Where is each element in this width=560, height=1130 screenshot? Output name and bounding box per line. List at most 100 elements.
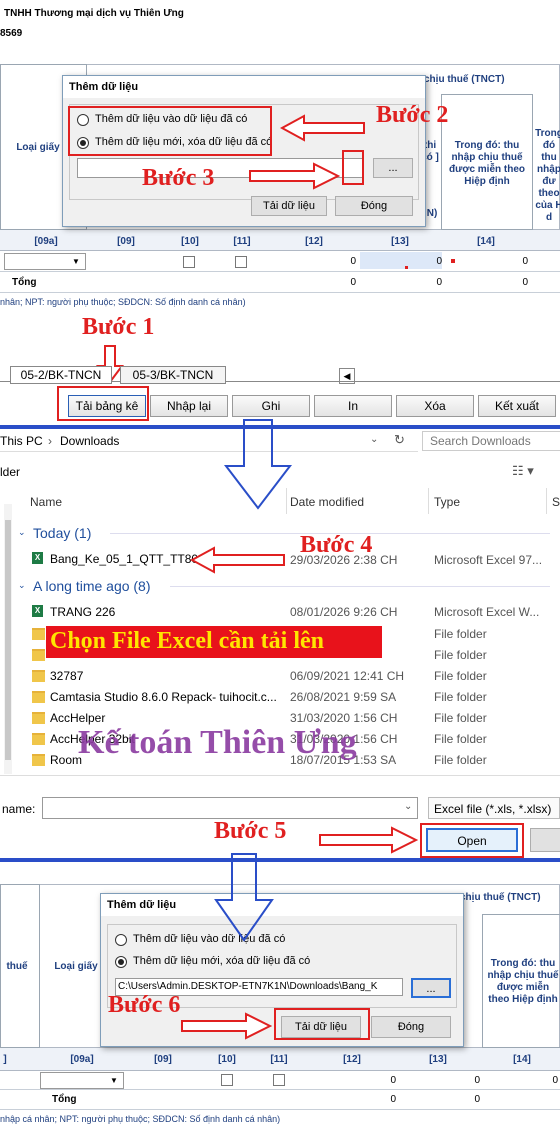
watermark-text: Kế toán Thiên Ưng <box>78 724 357 761</box>
file-type: File folder <box>434 732 487 746</box>
col-name[interactable]: Name <box>30 495 62 509</box>
bottom-footnote: nhập cá nhân; NPT: người phụ thuộc; SĐDC… <box>0 1114 281 1124</box>
file-name[interactable]: AccHelper <box>50 711 105 725</box>
file-name[interactable]: TRANG 226 <box>50 605 115 619</box>
file-date: 31/03/2020 1:56 CH <box>290 711 398 725</box>
bottom-value-13[interactable]: 0 <box>410 1075 480 1086</box>
folder-icon <box>32 628 45 640</box>
radio-append[interactable] <box>115 934 127 946</box>
chevron-down-icon: ▼ <box>72 257 80 266</box>
radio-replace[interactable] <box>115 956 127 968</box>
close-button[interactable]: Đóng <box>335 196 413 216</box>
file-type: File folder <box>434 711 487 725</box>
top-code-09a: [09a] <box>34 236 58 247</box>
highlight-box <box>274 1008 370 1040</box>
step-2-label: Bước 2 <box>376 102 449 128</box>
excel-file-icon: X <box>32 605 43 617</box>
top-value-14[interactable]: 0 <box>470 256 528 267</box>
step-1-label: Bước 1 <box>82 314 155 340</box>
file-name[interactable]: Camtasia Studio 8.6.0 Repack- tuihocit.c… <box>50 690 277 704</box>
folder-icon <box>32 691 45 703</box>
bottom-code: [10] <box>218 1054 236 1065</box>
top-code-11: [11] <box>233 236 251 247</box>
file-name[interactable]: 32787 <box>50 669 83 683</box>
highlight-box <box>68 106 272 156</box>
step-5-label: Bước 5 <box>214 818 287 844</box>
top-total-14: 0 <box>522 277 528 288</box>
save-button[interactable]: Ghi <box>232 395 310 417</box>
delete-button[interactable]: Xóa <box>396 395 474 417</box>
col-date[interactable]: Date modified <box>290 495 364 509</box>
bottom-code: ] <box>3 1054 7 1065</box>
reenter-button[interactable]: Nhập lại <box>150 395 228 417</box>
chevron-down-icon[interactable]: ⌄ <box>18 527 26 538</box>
top-total-13: 0 <box>436 277 442 288</box>
section-separator <box>0 858 560 862</box>
divider <box>0 292 560 293</box>
top-footnote: nhân; NPT: người phụ thuộc; SĐDCN: Số đị… <box>0 297 246 307</box>
bottom-code: [12] <box>343 1054 361 1065</box>
down-arrow-icon <box>214 853 274 942</box>
view-options-icon[interactable]: ☷ ▾ <box>512 463 534 479</box>
right-arrow-icon <box>181 1012 272 1040</box>
new-folder-label[interactable]: lder <box>0 465 20 479</box>
divider <box>0 1109 560 1110</box>
col-type[interactable]: Type <box>434 495 460 509</box>
excel-file-icon: X <box>32 552 43 564</box>
file-date: 26/08/2021 9:59 SA <box>290 690 397 704</box>
step-6-label: Bước 6 <box>108 992 181 1018</box>
right-arrow-icon <box>319 826 418 854</box>
company-code: 8569 <box>0 28 23 39</box>
tab-05-2[interactable]: 05-2/BK-TNCN <box>10 366 112 384</box>
bottom-value-14[interactable]: 0 <box>500 1075 558 1086</box>
browse-button[interactable]: ... <box>411 978 451 998</box>
breadcrumb-this-pc[interactable]: This PC <box>0 434 43 448</box>
marker-dot <box>405 266 408 269</box>
load-data-button[interactable]: Tải dữ liệu <box>251 196 327 216</box>
browse-button[interactable]: ... <box>373 158 413 178</box>
file-type: File folder <box>434 627 487 641</box>
scroll-left-icon[interactable]: ◀ <box>339 368 355 384</box>
bottom-total-12: 0 <box>390 1094 396 1105</box>
chevron-down-icon[interactable]: ⌄ <box>18 580 26 591</box>
top-header-tnct: chịu thuế (TNCT) <box>424 74 505 85</box>
bottom-col-loai-giay: Loại giấy <box>54 961 98 972</box>
group-today[interactable]: Today (1) <box>33 525 91 541</box>
folder-icon <box>32 670 45 682</box>
chevron-down-icon[interactable]: ⌄ <box>370 434 378 445</box>
bottom-checkbox-11[interactable] <box>273 1074 285 1086</box>
group-long-ago[interactable]: A long time ago (8) <box>33 578 151 594</box>
file-type-filter-value: Excel file (*.xls, *.xlsx) <box>434 802 552 816</box>
top-checkbox-11[interactable] <box>235 256 247 268</box>
file-name[interactable]: Bang_Ke_05_1_QTT_TT80 <box>50 552 198 566</box>
top-value-13[interactable]: 0 <box>380 256 442 267</box>
top-value-12[interactable]: 0 <box>300 256 356 267</box>
bottom-total-13: 0 <box>474 1094 480 1105</box>
dialog-title: Thêm dữ liệu <box>101 894 463 916</box>
divider <box>428 488 429 514</box>
top-checkbox-10[interactable] <box>183 256 195 268</box>
dialog-title: Thêm dữ liệu <box>63 76 425 98</box>
bottom-value-12[interactable]: 0 <box>330 1075 396 1086</box>
top-col-loai-giay: Loại giấy <box>16 142 60 153</box>
refresh-icon[interactable]: ↻ <box>394 432 405 448</box>
divider <box>546 488 547 514</box>
tab-05-3[interactable]: 05-3/BK-TNCN <box>120 366 226 384</box>
close-button[interactable]: Đóng <box>371 1016 451 1038</box>
export-button[interactable]: Kết xuất <box>478 395 556 417</box>
file-type: File folder <box>434 690 487 704</box>
filename-input[interactable] <box>42 797 418 819</box>
cancel-button[interactable] <box>530 828 560 852</box>
file-type: Microsoft Excel W... <box>434 605 540 619</box>
top-code-12: [12] <box>305 236 323 247</box>
col-size[interactable]: S <box>552 495 560 509</box>
chevron-down-icon[interactable]: ⌄ <box>404 801 412 812</box>
scrollbar-thumb[interactable] <box>5 520 11 760</box>
top-code-10: [10] <box>181 236 199 247</box>
file-type: Microsoft Excel 97... <box>434 553 543 567</box>
breadcrumb-downloads[interactable]: Downloads <box>60 434 119 448</box>
bottom-checkbox-10[interactable] <box>221 1074 233 1086</box>
top-code-09: [09] <box>117 236 135 247</box>
print-button[interactable]: In <box>314 395 392 417</box>
top-code-13: [13] <box>391 236 409 247</box>
